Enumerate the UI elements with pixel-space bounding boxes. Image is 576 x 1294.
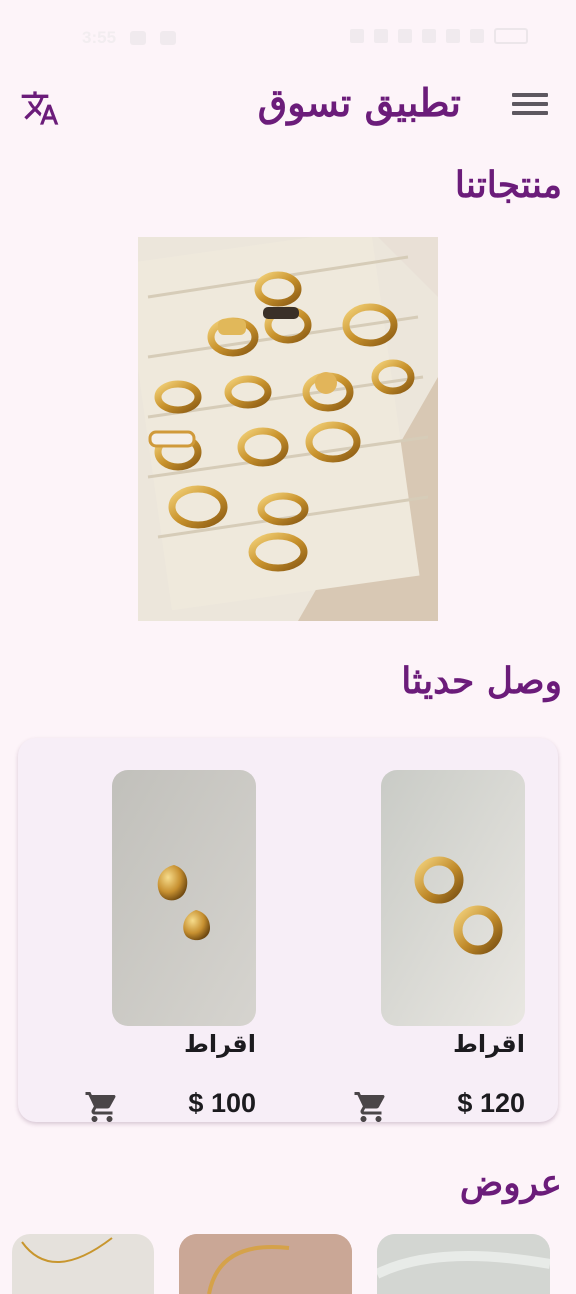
status-bar: 3:55 <box>0 0 576 76</box>
signal-icon <box>446 29 460 43</box>
battery-icon <box>494 28 528 44</box>
offer-card[interactable] <box>377 1234 550 1294</box>
offer-card[interactable] <box>179 1234 352 1294</box>
status-time: 3:55 <box>82 28 117 47</box>
wifi-icon <box>422 29 436 43</box>
rings-tray-image <box>123 228 438 621</box>
product-price: $ 120 <box>457 1088 525 1118</box>
product-card[interactable]: اقراط $ 100 <box>85 770 256 1122</box>
product-card[interactable]: اقراط $ 120 <box>354 770 525 1122</box>
product-name: اقراط <box>183 1030 256 1058</box>
add-to-cart-button[interactable] <box>353 1089 389 1125</box>
menu-icon-bar-middle <box>512 102 548 106</box>
offer-card[interactable] <box>12 1234 154 1294</box>
cart-icon <box>85 1092 116 1122</box>
menu-button[interactable] <box>512 93 548 121</box>
bluetooth-icon <box>350 29 364 43</box>
products-hero-image[interactable] <box>123 228 438 621</box>
cart-icon <box>354 1092 385 1122</box>
menu-icon-bar-bottom <box>512 111 548 115</box>
product-image[interactable] <box>381 770 525 1026</box>
notification-icon <box>130 31 147 45</box>
status-right <box>350 28 528 44</box>
offers-list <box>0 1234 576 1294</box>
offers-section-title: عروض <box>459 1162 562 1204</box>
lte-icon <box>470 29 484 43</box>
product-name: اقراط <box>452 1030 525 1058</box>
drop-earrings-image <box>112 770 256 1026</box>
vibrate-icon <box>398 29 412 43</box>
bracelet-image <box>179 1234 352 1294</box>
jewelry-offer-image <box>377 1234 550 1294</box>
product-image[interactable] <box>112 770 256 1026</box>
necklace-image <box>21 1237 113 1263</box>
mail-icon <box>160 31 177 45</box>
new-arrivals-section-title: وصل حديثا <box>401 660 562 702</box>
menu-icon-bar-top <box>512 93 548 97</box>
add-to-cart-button[interactable] <box>84 1089 120 1125</box>
translate-icon <box>21 91 59 125</box>
translate-button[interactable] <box>20 88 60 128</box>
alarm-icon <box>374 29 388 43</box>
status-left: 3:55 <box>82 28 177 48</box>
app-title: تطبيق تسوق <box>257 80 461 125</box>
product-price: $ 100 <box>188 1088 256 1118</box>
new-arrivals-card: اقراط $ 120 اقراط $ 100 <box>18 738 558 1122</box>
products-section-title: منتجاتنا <box>454 164 562 206</box>
hoop-earrings-image <box>381 770 525 1026</box>
